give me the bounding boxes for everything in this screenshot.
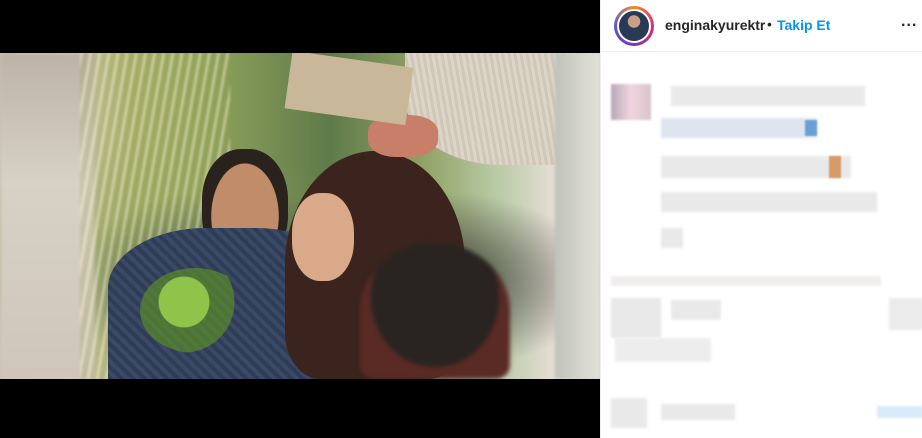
- caption-line-blurred: [661, 156, 851, 178]
- username-link[interactable]: enginakyurektr: [665, 17, 765, 33]
- caption-line-blurred: [671, 86, 865, 106]
- photo-right-trunk: [555, 53, 600, 379]
- post-sidebar: enginakyurektr • Takip Et ...: [600, 0, 922, 438]
- comment-line-blurred: [615, 338, 711, 362]
- comment-side-blurred: [889, 298, 922, 330]
- photo-woman-face: [292, 193, 354, 281]
- comment-line-blurred: [671, 300, 721, 320]
- photo-leaves: [140, 268, 250, 353]
- caption-line-blurred: [661, 228, 683, 248]
- post-media-panel: [0, 0, 600, 438]
- avatar[interactable]: [617, 9, 651, 43]
- caption-line-blurred: [661, 118, 817, 138]
- header-separator: •: [767, 16, 772, 32]
- action-bar-blurred: [661, 404, 735, 420]
- comment-avatar-blurred: [611, 298, 661, 338]
- ellipsis-icon[interactable]: ...: [901, 13, 917, 31]
- caption-meta-blurred: [611, 276, 881, 286]
- action-bar-blurred: [611, 398, 647, 428]
- post-photo[interactable]: [0, 53, 600, 379]
- follow-button[interactable]: Takip Et: [777, 17, 830, 33]
- action-blue-blurred: [877, 406, 922, 418]
- caption-emoji-blurred: [829, 156, 841, 178]
- story-ring[interactable]: [614, 6, 654, 46]
- caption-emoji-blurred: [805, 120, 817, 136]
- photo-slate: [284, 53, 414, 126]
- photo-foreground-head: [360, 243, 510, 379]
- caption-line-blurred: [661, 192, 877, 212]
- caption-avatar-blurred: [611, 84, 651, 120]
- post-header: enginakyurektr • Takip Et ...: [601, 0, 922, 52]
